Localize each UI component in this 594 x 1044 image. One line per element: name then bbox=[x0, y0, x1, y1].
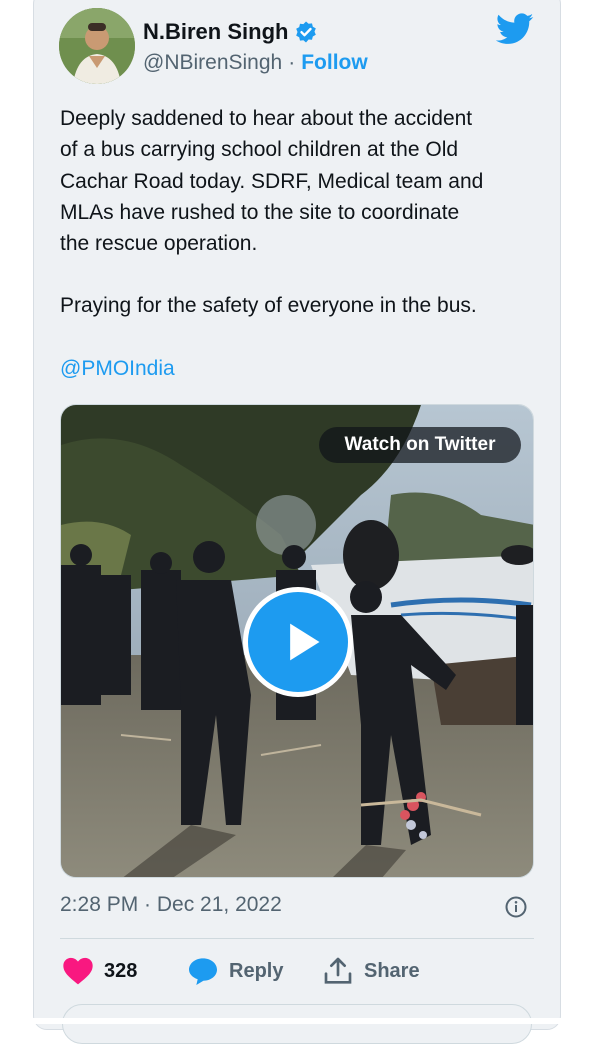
tweet-text-line: the rescue operation. bbox=[60, 232, 258, 256]
tweet-text-line: Cachar Road today. SDRF, Medical team an… bbox=[60, 169, 484, 193]
tweet-actions: 328 Reply Share bbox=[60, 952, 534, 990]
author-handle-row: @NBirenSingh · Follow bbox=[143, 49, 368, 77]
tweet-text-line: of a bus carrying school children at the… bbox=[60, 138, 459, 162]
tweet-text-paragraph: Praying for the safety of everyone in th… bbox=[60, 294, 477, 317]
watch-on-twitter-button[interactable]: Watch on Twitter bbox=[319, 427, 521, 463]
bottom-edge bbox=[0, 1018, 594, 1024]
avatar-image bbox=[59, 8, 135, 84]
divider bbox=[60, 938, 534, 939]
reply-button[interactable]: Reply bbox=[187, 952, 283, 990]
video-media[interactable]: Watch on Twitter bbox=[60, 404, 534, 878]
heart-icon bbox=[63, 957, 93, 985]
mention-link[interactable]: @PMOIndia bbox=[60, 353, 175, 384]
author-name-row[interactable]: N.Biren Singh bbox=[143, 17, 318, 47]
reply-label: Reply bbox=[229, 959, 284, 982]
reply-bubble-icon bbox=[189, 958, 217, 985]
tweet-timestamp[interactable]: 2:28 PM · Dec 21, 2022 bbox=[60, 893, 282, 917]
avatar[interactable] bbox=[59, 8, 135, 84]
like-count: 328 bbox=[104, 959, 138, 982]
twitter-bird-icon[interactable] bbox=[495, 12, 534, 46]
play-icon bbox=[290, 623, 320, 661]
author-handle[interactable]: @NBirenSingh bbox=[143, 51, 282, 75]
follow-button[interactable]: Follow bbox=[301, 51, 368, 75]
play-button[interactable] bbox=[243, 587, 353, 697]
share-label: Share bbox=[364, 959, 420, 982]
verified-badge-icon bbox=[294, 20, 318, 44]
share-icon bbox=[324, 957, 352, 984]
tweet-text-line: MLAs have rushed to the site to coordina… bbox=[60, 200, 460, 224]
share-button[interactable]: Share bbox=[322, 952, 420, 990]
author-name[interactable]: N.Biren Singh bbox=[143, 19, 288, 45]
info-icon[interactable] bbox=[504, 895, 528, 919]
read-replies-button[interactable] bbox=[62, 1004, 532, 1044]
tweet-text-line: Deeply saddened to hear about the accide… bbox=[60, 107, 473, 130]
handle-separator: · bbox=[288, 51, 296, 74]
tweet-body: Deeply saddened to hear about the accide… bbox=[60, 103, 530, 259]
like-button[interactable]: 328 bbox=[62, 952, 137, 990]
